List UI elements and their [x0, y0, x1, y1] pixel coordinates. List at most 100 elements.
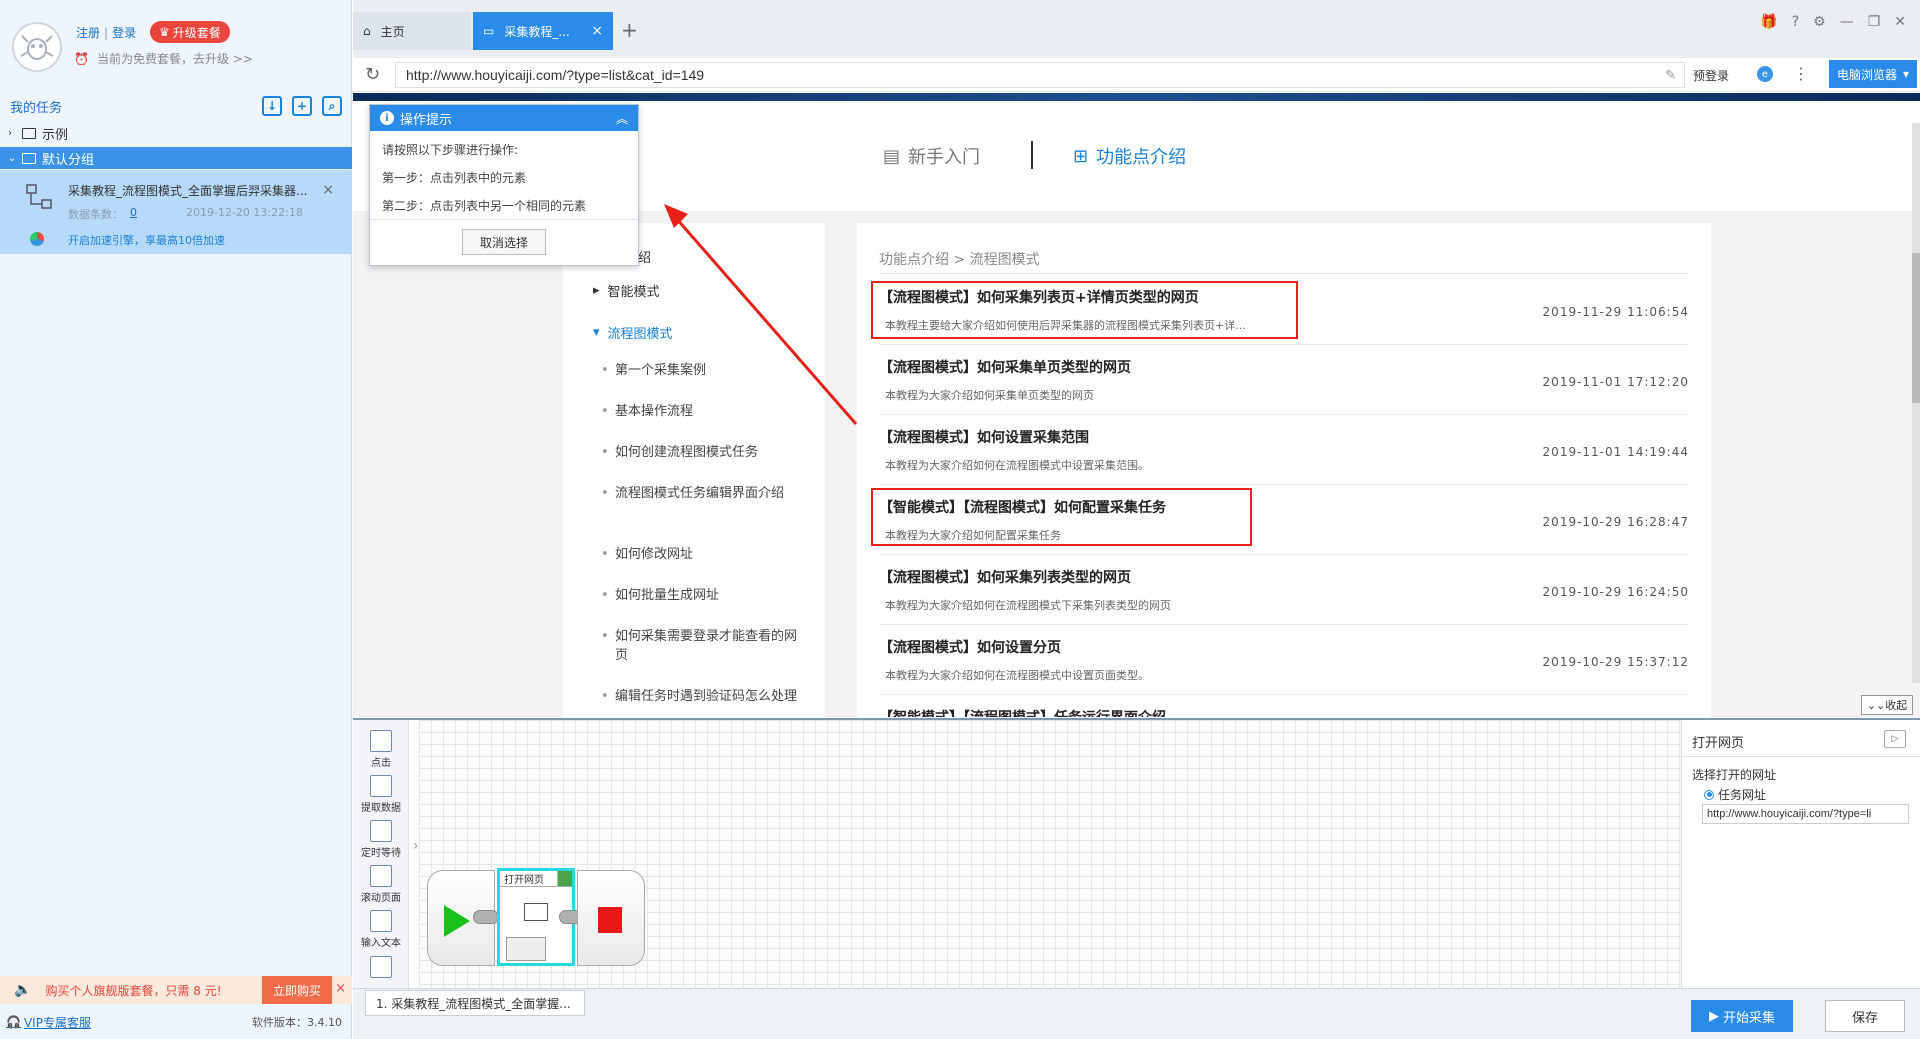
browser-mode-select[interactable]: 电脑浏览器 ▾: [1829, 60, 1917, 88]
start-collect-button[interactable]: ▶ 开始采集: [1691, 1000, 1793, 1032]
article-title[interactable]: 【智能模式】【流程图模式】任务运行界面介绍: [879, 707, 1166, 717]
minimize-icon[interactable]: —: [1840, 14, 1854, 30]
menu-flow[interactable]: ▾ 流程图模式: [593, 323, 673, 342]
tool-extract[interactable]: 提取数据: [359, 775, 403, 814]
play-button-icon[interactable]: [506, 937, 546, 961]
flow-canvas[interactable]: 打开网页: [419, 720, 1681, 990]
prelogin-button[interactable]: 预登录: [1693, 67, 1729, 84]
user-agent-icon[interactable]: e: [1757, 66, 1773, 82]
restore-icon[interactable]: ❐: [1868, 14, 1881, 30]
tab-tutorial[interactable]: ▭ 采集教程_... ×: [473, 12, 613, 50]
breadcrumb: 功能点介绍 > 流程图模式: [879, 252, 1040, 268]
tip-line: 第一步：点击列表中的元素: [382, 171, 527, 185]
article-row[interactable]: 【流程图模式】如何设置分页 本教程为大家介绍如何在流程图模式中设置页面类型。 2…: [879, 625, 1689, 695]
article-title[interactable]: 【流程图模式】如何设置分页: [879, 637, 1061, 657]
avatar[interactable]: [12, 22, 62, 72]
tool-palette: 点击 提取数据 定时等待 滚动页面 输入文本: [353, 720, 409, 990]
chevron-right-icon[interactable]: ›: [413, 838, 419, 854]
vip-support-link[interactable]: 🎧 VIP专属客服: [6, 1014, 91, 1031]
task-url-field[interactable]: http://www.houyicaiji.com/?type=li: [1702, 804, 1909, 824]
chevron-up-icon[interactable]: ︽: [616, 110, 628, 127]
tree-group-label: 默认分组: [42, 152, 95, 168]
nav-features[interactable]: ⊞ 功能点介绍: [1073, 143, 1186, 169]
tree-group-example[interactable]: › 示例: [0, 122, 352, 144]
tool-more[interactable]: [359, 956, 403, 980]
version-label: 软件版本：3.4.10: [252, 1016, 342, 1029]
scrollbar-thumb[interactable]: [1912, 253, 1920, 403]
collapse-button[interactable]: ⌄⌄ 收起: [1861, 695, 1913, 715]
article-date: 2019-10-29 16:24:50: [1542, 585, 1689, 599]
menu-sub-item[interactable]: 如何修改网址: [601, 545, 805, 564]
close-window-icon[interactable]: ✕: [1894, 14, 1906, 30]
close-icon[interactable]: ×: [335, 981, 346, 996]
play-icon[interactable]: ▷: [1884, 730, 1906, 748]
menu-sub-item[interactable]: 编辑任务时遇到验证码怎么处理: [601, 687, 805, 706]
tree-group-label: 示例: [42, 127, 69, 143]
caret-down-icon: ▾: [593, 325, 600, 340]
menu-sub-item[interactable]: 第一个采集案例: [601, 361, 805, 380]
task-url-value: http://www.houyicaiji.com/?type=li: [1707, 808, 1872, 820]
tool-scroll[interactable]: 滚动页面: [359, 865, 403, 904]
login-link[interactable]: 登录: [112, 24, 136, 41]
gift-icon[interactable]: 🎁: [1760, 14, 1777, 30]
article-desc: 本教程为大家介绍如何采集单页类型的网页: [885, 389, 1094, 402]
tool-wait[interactable]: 定时等待: [359, 820, 403, 859]
tool-click[interactable]: 点击: [359, 730, 403, 769]
scrollbar-track[interactable]: [1912, 123, 1920, 683]
task-url-radio[interactable]: 任务网址: [1704, 786, 1766, 803]
menu-sub-item[interactable]: 流程图模式任务编辑界面介绍: [601, 484, 805, 503]
search-task-icon[interactable]: ⌕: [322, 96, 342, 116]
article-date: 2019-10-29 16:28:47: [1542, 515, 1689, 529]
accelerate-link[interactable]: 开启加速引擎，享最高10倍加速: [68, 232, 225, 248]
menu-sub-item[interactable]: 如何创建流程图模式任务: [601, 443, 805, 462]
register-link[interactable]: 注册: [76, 24, 100, 41]
pencil-icon[interactable]: ✎: [1665, 67, 1676, 83]
menu-sub-item[interactable]: 基本操作流程: [601, 402, 805, 421]
nav-divider: [1031, 141, 1033, 169]
loop-icon: [370, 956, 392, 978]
task-item[interactable]: 采集教程_流程图模式_全面掌握后羿采集器... × 数据条数： 0 2019-1…: [0, 170, 352, 254]
save-button[interactable]: 保存: [1825, 1000, 1905, 1032]
url-input[interactable]: http://www.houyicaiji.com/?type=list&cat…: [395, 62, 1685, 88]
article-list: 功能点介绍 > 流程图模式 【流程图模式】如何采集列表页+详情页类型的网页 本教…: [857, 223, 1711, 717]
divider: [370, 219, 638, 220]
tool-input[interactable]: 输入文本: [359, 910, 403, 949]
new-task-icon[interactable]: +: [292, 96, 312, 116]
article-title[interactable]: 【流程图模式】如何采集列表类型的网页: [879, 567, 1131, 587]
nav-newbie[interactable]: ▤ 新手入门: [883, 143, 980, 169]
sidebar: 注册 | 登录 ♛ 升级套餐 ⏰ 当前为免费套餐，去升级 >> 我的任务 ↓ +…: [0, 0, 352, 1039]
article-title[interactable]: 【流程图模式】如何采集单页类型的网页: [879, 357, 1131, 377]
article-row[interactable]: 【智能模式】【流程图模式】任务运行界面介绍: [879, 695, 1689, 717]
close-icon[interactable]: ×: [322, 182, 334, 198]
article-row[interactable]: 【流程图模式】如何设置采集范围 本教程为大家介绍如何在流程图模式中设置采集范围。…: [879, 415, 1689, 485]
gear-icon[interactable]: ⚙: [1813, 14, 1826, 30]
reload-icon[interactable]: ↻: [365, 64, 380, 85]
menu-sub-item[interactable]: 如何采集需要登录才能查看的网页: [601, 627, 805, 665]
menu-label: 流程图模式: [607, 327, 673, 342]
plan-note[interactable]: ⏰ 当前为免费套餐，去升级 >>: [74, 50, 253, 67]
article-row[interactable]: 【流程图模式】如何采集单页类型的网页 本教程为大家介绍如何采集单页类型的网页 2…: [879, 345, 1689, 415]
new-tab-icon[interactable]: +: [621, 18, 638, 42]
help-icon[interactable]: ?: [1792, 14, 1799, 30]
article-row[interactable]: 【流程图模式】如何采集列表类型的网页 本教程为大家介绍如何在流程图模式下采集列表…: [879, 555, 1689, 625]
chevron-right-icon: ›: [8, 127, 12, 139]
buy-now-button[interactable]: 立即购买: [262, 976, 332, 1004]
task-count[interactable]: 0: [130, 206, 137, 219]
document-icon: ▤: [883, 145, 901, 167]
menu-smart[interactable]: ▸ 智能模式: [593, 281, 660, 300]
task-tab[interactable]: 1. 采集教程_流程图模式_全面掌握...: [365, 990, 585, 1016]
tab-home[interactable]: ⌂ 主页: [353, 12, 471, 50]
menu-sub-item[interactable]: 如何批量生成网址: [601, 586, 805, 605]
close-icon[interactable]: ×: [591, 23, 603, 39]
article-title[interactable]: 【流程图模式】如何设置采集范围: [879, 427, 1089, 447]
article-desc: 本教程为大家介绍如何在流程图模式下采集列表类型的网页: [885, 599, 1171, 612]
upgrade-button[interactable]: ♛ 升级套餐: [150, 21, 230, 43]
tree-group-default[interactable]: ⌄ 默认分组: [0, 147, 352, 169]
auth-separator: |: [104, 25, 109, 40]
user-area: 注册 | 登录 ♛ 升级套餐 ⏰ 当前为免费套餐，去升级 >>: [0, 0, 352, 88]
cancel-selection-button[interactable]: 取消选择: [462, 229, 546, 255]
import-task-icon[interactable]: ↓: [262, 96, 282, 116]
flow-end-node[interactable]: [577, 870, 645, 966]
collapse-label: 收起: [1885, 699, 1908, 712]
more-icon[interactable]: ⋮: [1793, 64, 1809, 83]
